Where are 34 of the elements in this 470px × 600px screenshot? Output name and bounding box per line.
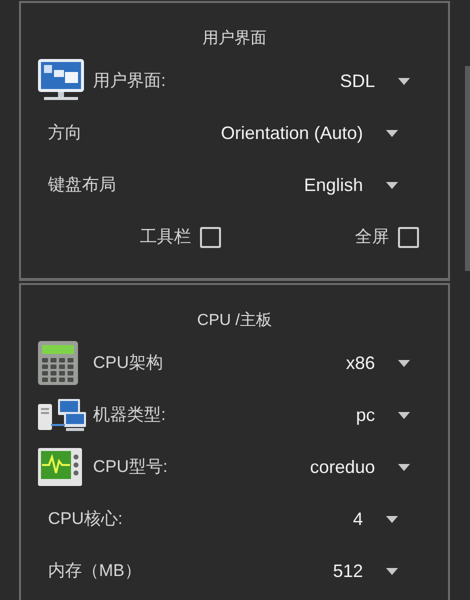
- field-label: 键盘布局: [48, 174, 116, 196]
- section-title: 用户界面: [202, 28, 268, 49]
- dropdown-caret-icon: [386, 568, 398, 574]
- dropdown[interactable]: Orientation (Auto): [220, 120, 398, 146]
- dropdown[interactable]: x86: [346, 350, 410, 376]
- dropdown-caret-icon: [386, 130, 398, 136]
- field-label: 内存（MB）: [48, 560, 142, 582]
- dropdown-caret-icon: [386, 516, 398, 522]
- dropdown[interactable]: 4: [352, 506, 398, 532]
- field-label: CPU型号:: [93, 456, 168, 478]
- dropdown-caret-icon: [386, 182, 398, 188]
- field-label: CPU架构: [93, 352, 163, 374]
- calculator-icon: [37, 340, 79, 386]
- dropdown-caret-icon: [398, 412, 410, 418]
- scrollbar[interactable]: [465, 66, 470, 271]
- dropdown[interactable]: 512: [332, 558, 398, 584]
- checkbox-label: 工具栏: [140, 226, 191, 248]
- checkbox[interactable]: [200, 226, 221, 248]
- dropdown-caret-icon: [398, 464, 410, 470]
- dropdown-caret-icon: [398, 360, 410, 366]
- checkbox[interactable]: [398, 226, 419, 248]
- monitor-chart-icon: [37, 447, 83, 487]
- dropdown[interactable]: pc: [356, 402, 410, 428]
- field-label: 用户界面:: [93, 70, 166, 92]
- dropdown[interactable]: SDL: [340, 68, 410, 94]
- dropdown[interactable]: English: [304, 172, 398, 198]
- dropdown[interactable]: coreduo: [310, 454, 410, 480]
- dropdown-caret-icon: [398, 78, 410, 84]
- checkbox-label: 全屏: [355, 226, 389, 248]
- computers-icon: [37, 398, 87, 432]
- section-title: CPU /主板: [196, 310, 273, 331]
- field-label: 机器类型:: [93, 404, 166, 426]
- field-label: CPU核心:: [48, 508, 123, 530]
- field-label: 方向: [48, 122, 82, 144]
